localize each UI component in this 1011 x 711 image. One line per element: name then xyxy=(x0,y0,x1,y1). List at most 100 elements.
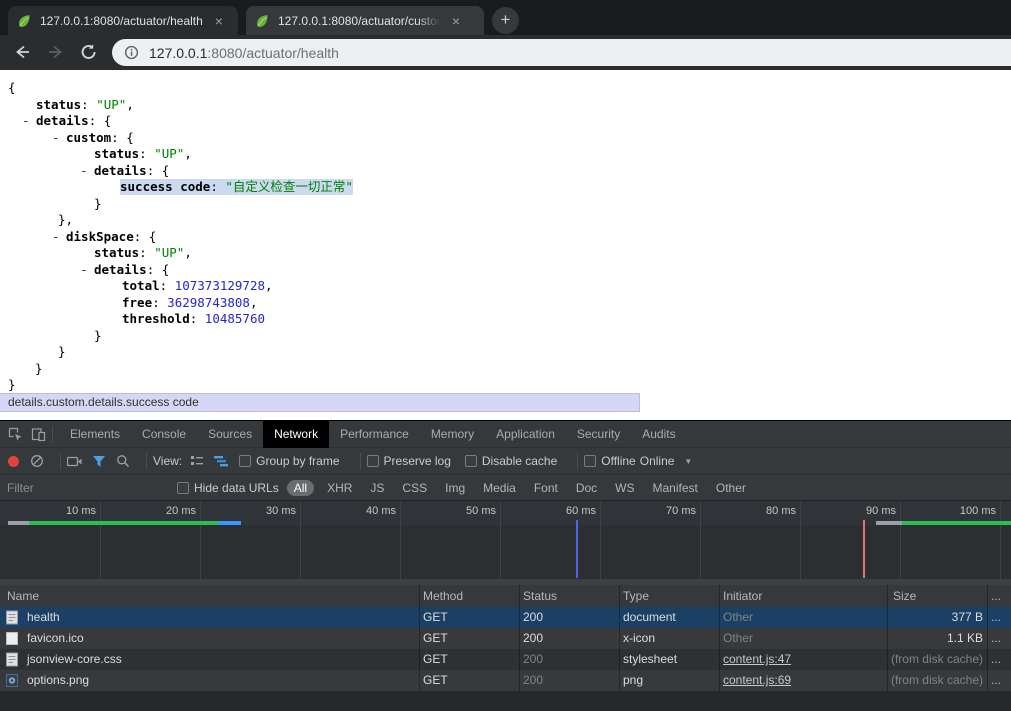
json-line-content[interactable]: } xyxy=(35,361,43,377)
column-separator[interactable] xyxy=(719,585,720,691)
waterfall-overview-icon[interactable] xyxy=(214,455,228,467)
json-line-content[interactable]: } xyxy=(8,377,16,393)
clear-icon[interactable] xyxy=(30,454,44,468)
filter-type-doc[interactable]: Doc xyxy=(576,481,597,495)
devtools-tab-elements[interactable]: Elements xyxy=(59,421,131,448)
filter-type-all[interactable]: All xyxy=(287,480,314,496)
network-request-row-health[interactable]: healthGET200documentOther377 B... xyxy=(0,607,1011,628)
collapse-toggle[interactable]: - xyxy=(22,113,30,129)
ruler-tick-label: 70 ms xyxy=(636,505,696,517)
disable-cache-checkbox[interactable] xyxy=(465,455,477,467)
json-line-content[interactable]: status: "UP", xyxy=(36,97,134,113)
throttling-select[interactable]: Online xyxy=(640,454,675,468)
filter-type-css[interactable]: CSS xyxy=(402,481,427,495)
collapse-toggle[interactable]: - xyxy=(80,262,88,278)
tab-close-icon[interactable]: × xyxy=(211,14,227,28)
filter-type-font[interactable]: Font xyxy=(534,481,558,495)
spring-leaf-favicon xyxy=(254,13,270,29)
record-icon[interactable] xyxy=(8,456,19,467)
column-separator[interactable] xyxy=(619,585,620,691)
devtools-tab-audits[interactable]: Audits xyxy=(631,421,686,448)
search-icon[interactable] xyxy=(116,454,130,468)
json-line: -details: { xyxy=(0,163,1011,180)
filter-type-media[interactable]: Media xyxy=(483,481,516,495)
inspect-element-icon[interactable] xyxy=(8,427,23,442)
json-line-content[interactable]: }, xyxy=(58,212,73,228)
json-line-content[interactable]: details: { xyxy=(36,113,111,129)
json-line-content[interactable]: } xyxy=(94,196,102,212)
filter-type-other[interactable]: Other xyxy=(716,481,746,495)
json-line-content[interactable]: free: 36298743808, xyxy=(122,295,258,311)
view-list-icon[interactable] xyxy=(190,455,204,467)
column-separator[interactable] xyxy=(519,585,520,691)
filter-type-xhr[interactable]: XHR xyxy=(327,481,352,495)
column-separator[interactable] xyxy=(987,585,988,691)
reload-icon[interactable] xyxy=(80,43,102,65)
tab-health[interactable]: 127.0.0.1:8080/actuator/health × xyxy=(8,6,238,35)
column-separator[interactable] xyxy=(419,585,420,691)
screenshot-camera-icon[interactable] xyxy=(67,455,82,467)
devtools-tab-security[interactable]: Security xyxy=(566,421,631,448)
collapse-toggle[interactable]: - xyxy=(52,229,60,245)
column-header-initiator[interactable]: Initiator xyxy=(723,589,762,603)
offline-checkbox[interactable] xyxy=(584,455,596,467)
tab-close-icon[interactable]: × xyxy=(448,14,464,28)
json-line-content[interactable]: custom: { xyxy=(66,130,134,146)
json-line-content[interactable]: details: { xyxy=(94,163,169,179)
column-header-name[interactable]: Name xyxy=(7,589,39,603)
column-header-[interactable]: ... xyxy=(991,589,1001,603)
network-request-row-jsonview-core.css[interactable]: jsonview-core.cssGET200stylesheetcontent… xyxy=(0,649,1011,670)
back-icon[interactable] xyxy=(12,42,34,64)
json-line-content[interactable]: } xyxy=(94,328,102,344)
forward-icon[interactable] xyxy=(46,42,68,64)
collapse-toggle[interactable]: - xyxy=(52,130,60,146)
column-header-method[interactable]: Method xyxy=(423,589,463,603)
devtools-tab-console[interactable]: Console xyxy=(131,421,197,448)
json-line-content[interactable]: details: { xyxy=(94,262,169,278)
filter-type-manifest[interactable]: Manifest xyxy=(653,481,698,495)
page-info-icon[interactable] xyxy=(124,45,139,60)
request-name: options.png xyxy=(27,673,89,687)
column-header-type[interactable]: Type xyxy=(623,589,649,603)
request-initiator[interactable]: content.js:47 xyxy=(723,652,791,666)
devtools-tab-performance[interactable]: Performance xyxy=(329,421,420,448)
group-by-frame-checkbox[interactable] xyxy=(239,455,251,467)
request-initiator[interactable]: content.js:69 xyxy=(723,673,791,687)
json-line-content[interactable]: total: 107373129728, xyxy=(122,278,273,294)
network-table-header[interactable]: Name Method Status Type Initiator Size... xyxy=(0,585,1011,607)
json-line-content[interactable]: success code: "自定义检查一切正常" xyxy=(120,179,353,195)
json-line-content[interactable]: threshold: 10485760 xyxy=(122,311,265,327)
column-separator[interactable] xyxy=(887,585,888,691)
devtools-tab-sources[interactable]: Sources xyxy=(197,421,263,448)
filter-input[interactable]: Filter xyxy=(7,481,177,495)
filter-type-js[interactable]: JS xyxy=(370,481,384,495)
device-toolbar-icon[interactable] xyxy=(31,427,46,442)
json-line-content[interactable]: status: "UP", xyxy=(94,146,192,162)
request-method: GET xyxy=(423,631,448,645)
column-header-size[interactable]: Size xyxy=(893,589,916,603)
collapse-toggle[interactable]: - xyxy=(80,163,88,179)
image-file-icon xyxy=(6,673,18,691)
new-tab-button[interactable]: + xyxy=(492,7,519,34)
network-overview[interactable] xyxy=(0,525,1011,579)
devtools-tab-memory[interactable]: Memory xyxy=(420,421,485,448)
json-line-content[interactable]: } xyxy=(58,344,66,360)
json-line-content[interactable]: status: "UP", xyxy=(94,245,192,261)
column-header-status[interactable]: Status xyxy=(523,589,557,603)
json-line: free: 36298743808, xyxy=(0,295,1011,312)
address-bar[interactable]: 127.0.0.1:8080/actuator/health xyxy=(112,39,1011,66)
devtools-tab-application[interactable]: Application xyxy=(485,421,566,448)
preserve-log-checkbox[interactable] xyxy=(367,455,379,467)
json-line-content[interactable]: diskSpace: { xyxy=(66,229,156,245)
json-line-content[interactable]: { xyxy=(8,80,16,96)
tab-custom[interactable]: 127.0.0.1:8080/actuator/custom × xyxy=(246,6,484,35)
network-request-row-favicon.ico[interactable]: favicon.icoGET200x-iconOther1.1 KB... xyxy=(0,628,1011,649)
filter-type-ws[interactable]: WS xyxy=(615,481,634,495)
devtools-tab-network[interactable]: Network xyxy=(263,421,329,448)
filter-type-img[interactable]: Img xyxy=(445,481,465,495)
json-line: total: 107373129728, xyxy=(0,278,1011,295)
spring-leaf-favicon xyxy=(16,13,32,29)
network-request-row-options.png[interactable]: options.pngGET200pngcontent.js:69(from d… xyxy=(0,670,1011,691)
hide-data-urls-checkbox[interactable] xyxy=(177,482,189,494)
filter-funnel-icon[interactable] xyxy=(92,455,106,468)
